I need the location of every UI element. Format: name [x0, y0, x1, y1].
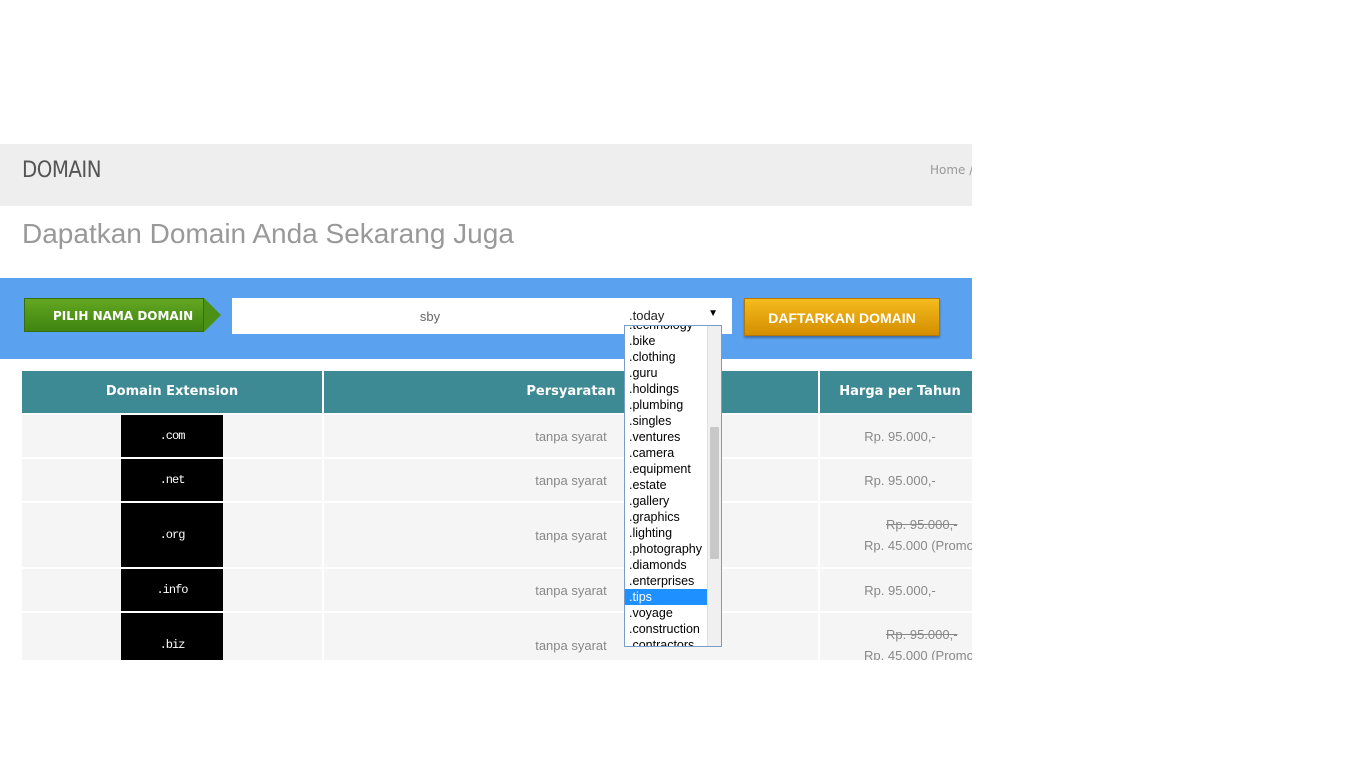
extension-image: .net: [121, 459, 223, 501]
domain-name-input[interactable]: [232, 298, 628, 334]
dropdown-option[interactable]: .equipment: [625, 461, 709, 477]
headline: Dapatkan Domain Anda Sekarang Juga: [22, 218, 514, 249]
dropdown-option[interactable]: .enterprises: [625, 573, 709, 589]
domain-search-bar: PILIH NAMA DOMAIN .today ▼ DAFTARKAN DOM…: [0, 278, 972, 359]
scrollbar-thumb[interactable]: [710, 427, 719, 559]
requirement-cell: tanpa syarat: [324, 613, 820, 660]
dropdown-option[interactable]: .technology: [625, 326, 709, 333]
requirement-cell: tanpa syarat: [324, 459, 820, 501]
extension-image: .biz: [121, 613, 223, 660]
page-viewport: DOMAIN Home / Dapatkan Domain Anda Sekar…: [0, 144, 972, 660]
requirement-cell: tanpa syarat: [324, 569, 820, 611]
title-bar: DOMAIN Home /: [0, 144, 972, 206]
extension-dropdown-list[interactable]: .technology .bike .clothing .guru .holdings.…: [624, 325, 722, 647]
page-title: DOMAIN: [22, 158, 102, 183]
dropdown-option[interactable]: .bike: [625, 333, 709, 349]
extension-image: .org: [121, 503, 223, 567]
extension-image: .info: [121, 569, 223, 611]
dropdown-scrollbar[interactable]: [707, 326, 721, 646]
price: Rp. 95.000,-: [864, 428, 936, 444]
extension-select-value: .today: [629, 308, 665, 323]
promo-price: Rp. 45.000 (Promo): [864, 648, 972, 660]
table-row: .biz tanpa syarat Rp. 95.000,- Rp. 45.00…: [22, 613, 972, 660]
dropdown-option[interactable]: .voyage: [625, 605, 709, 621]
dropdown-option[interactable]: .gallery: [625, 493, 709, 509]
dropdown-option[interactable]: .estate: [625, 477, 709, 493]
dropdown-option[interactable]: .holdings: [625, 381, 709, 397]
table-row: .org tanpa syarat Rp. 95.000,- Rp. 45.00…: [22, 503, 972, 569]
price: Rp. 95.000,-: [864, 582, 936, 598]
pilih-nama-domain-label: PILIH NAMA DOMAIN: [24, 298, 204, 332]
dropdown-option[interactable]: .singles: [625, 413, 709, 429]
dropdown-option[interactable]: .diamonds: [625, 557, 709, 573]
chevron-down-icon: ▼: [708, 308, 718, 319]
breadcrumb-home-link[interactable]: Home /: [930, 163, 972, 177]
dropdown-option[interactable]: .clothing: [625, 349, 709, 365]
dropdown-option[interactable]: .guru: [625, 365, 709, 381]
original-price: Rp. 95.000,-: [886, 627, 958, 642]
table-header: Domain Extension Persyaratan Harga per T…: [22, 369, 972, 413]
original-price: Rp. 95.000,-: [886, 517, 958, 532]
header-domain-extension: Domain Extension: [22, 371, 324, 413]
header-harga: Harga per Tahun: [820, 371, 972, 413]
promo-price: Rp. 45.000 (Promo): [864, 538, 972, 553]
dropdown-option[interactable]: .plumbing: [625, 397, 709, 413]
extension-image: .com: [121, 415, 223, 457]
dropdown-option[interactable]: .contractors: [625, 637, 709, 646]
dropdown-option[interactable]: .camera: [625, 445, 709, 461]
breadcrumb[interactable]: Home /: [930, 163, 972, 177]
price: Rp. 95.000,-: [864, 472, 936, 488]
table-row: .com tanpa syarat Rp. 95.000,-: [22, 415, 972, 459]
dropdown-option[interactable]: .graphics: [625, 509, 709, 525]
dropdown-option[interactable]: .tips: [625, 589, 709, 605]
dropdown-option[interactable]: .ventures: [625, 429, 709, 445]
requirement-cell: tanpa syarat: [324, 503, 820, 567]
arrow-shape: [204, 298, 221, 332]
dropdown-option[interactable]: .construction: [625, 621, 709, 637]
dropdown-options: .technology .bike .clothing .guru .holdings.…: [625, 326, 709, 646]
dropdown-option[interactable]: .photography: [625, 541, 709, 557]
table-row: .net tanpa syarat Rp. 95.000,-: [22, 459, 972, 503]
header-persyaratan: Persyaratan: [324, 371, 820, 413]
dropdown-option[interactable]: .lighting: [625, 525, 709, 541]
table-row: .info tanpa syarat Rp. 95.000,-: [22, 569, 972, 613]
requirement-cell: tanpa syarat: [324, 415, 820, 457]
daftarkan-domain-button[interactable]: DAFTARKAN DOMAIN: [744, 298, 940, 336]
